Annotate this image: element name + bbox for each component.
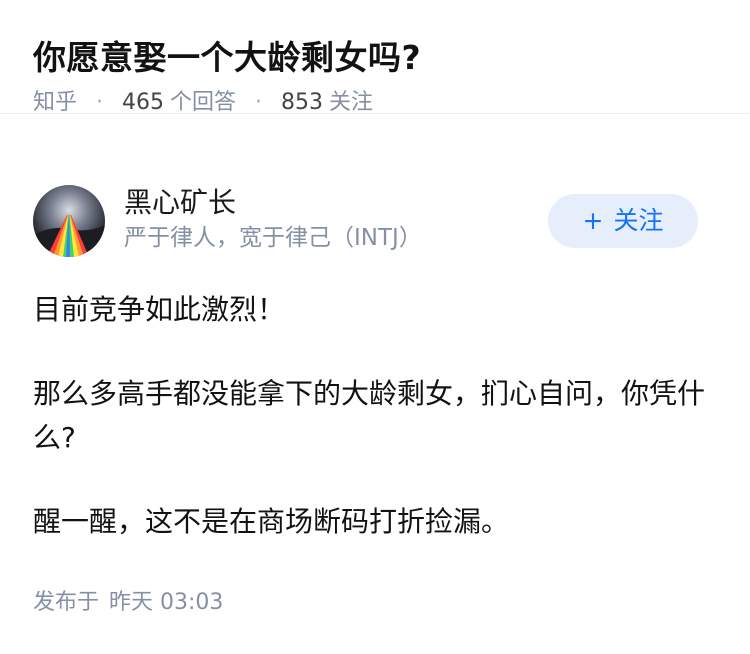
source-label[interactable]: 知乎 — [33, 90, 77, 115]
answer-content: 目前竞争如此激烈！ 那么多高手都没能拿下的大龄剩女，扪心自问，你凭什么? 醒一醒… — [33, 288, 713, 544]
answer-footer: 发布于 昨天 03:03 — [33, 588, 223, 618]
avatar[interactable] — [33, 185, 105, 257]
meta-separator: · — [255, 90, 263, 115]
question-title[interactable]: 你愿意娶一个大龄剩女吗? — [33, 36, 717, 80]
follower-count-label[interactable]: 关注 — [329, 90, 373, 115]
follower-count: 853 — [281, 90, 324, 115]
rainbow-road-avatar-icon — [33, 185, 105, 257]
answer-paragraph: 醒一醒，这不是在商场断码打折捡漏。 — [33, 505, 510, 538]
meta-separator: · — [96, 90, 104, 115]
question-meta: 知乎 · 465 个回答 · 853 关注 — [33, 88, 717, 118]
answer-page: 你愿意娶一个大龄剩女吗? 知乎 · 465 个回答 · 853 关注 黑心矿长 … — [0, 0, 750, 654]
answer-paragraph: 那么多高手都没能拿下的大龄剩女，扪心自问，你凭什么? — [33, 377, 706, 454]
answer-count-label[interactable]: 个回答 — [170, 90, 236, 115]
author-row: 黑心矿长 严于律人，宽于律己（INTJ） + 关注 — [33, 185, 717, 257]
plus-icon: + — [582, 206, 604, 235]
author-bio: 严于律人，宽于律己（INTJ） — [124, 225, 422, 251]
follow-button-label: 关注 — [613, 206, 664, 235]
answer-count: 465 — [122, 90, 165, 115]
published-label: 发布于 — [33, 590, 100, 615]
answer-paragraph: 目前竞争如此激烈！ — [33, 293, 286, 326]
author-info: 黑心矿长 严于律人，宽于律己（INTJ） — [124, 185, 422, 253]
author-name[interactable]: 黑心矿长 — [124, 185, 422, 221]
question-header: 你愿意娶一个大龄剩女吗? 知乎 · 465 个回答 · 853 关注 — [0, 0, 750, 115]
published-time: 昨天 03:03 — [109, 590, 224, 615]
follow-button[interactable]: + 关注 — [548, 194, 698, 248]
